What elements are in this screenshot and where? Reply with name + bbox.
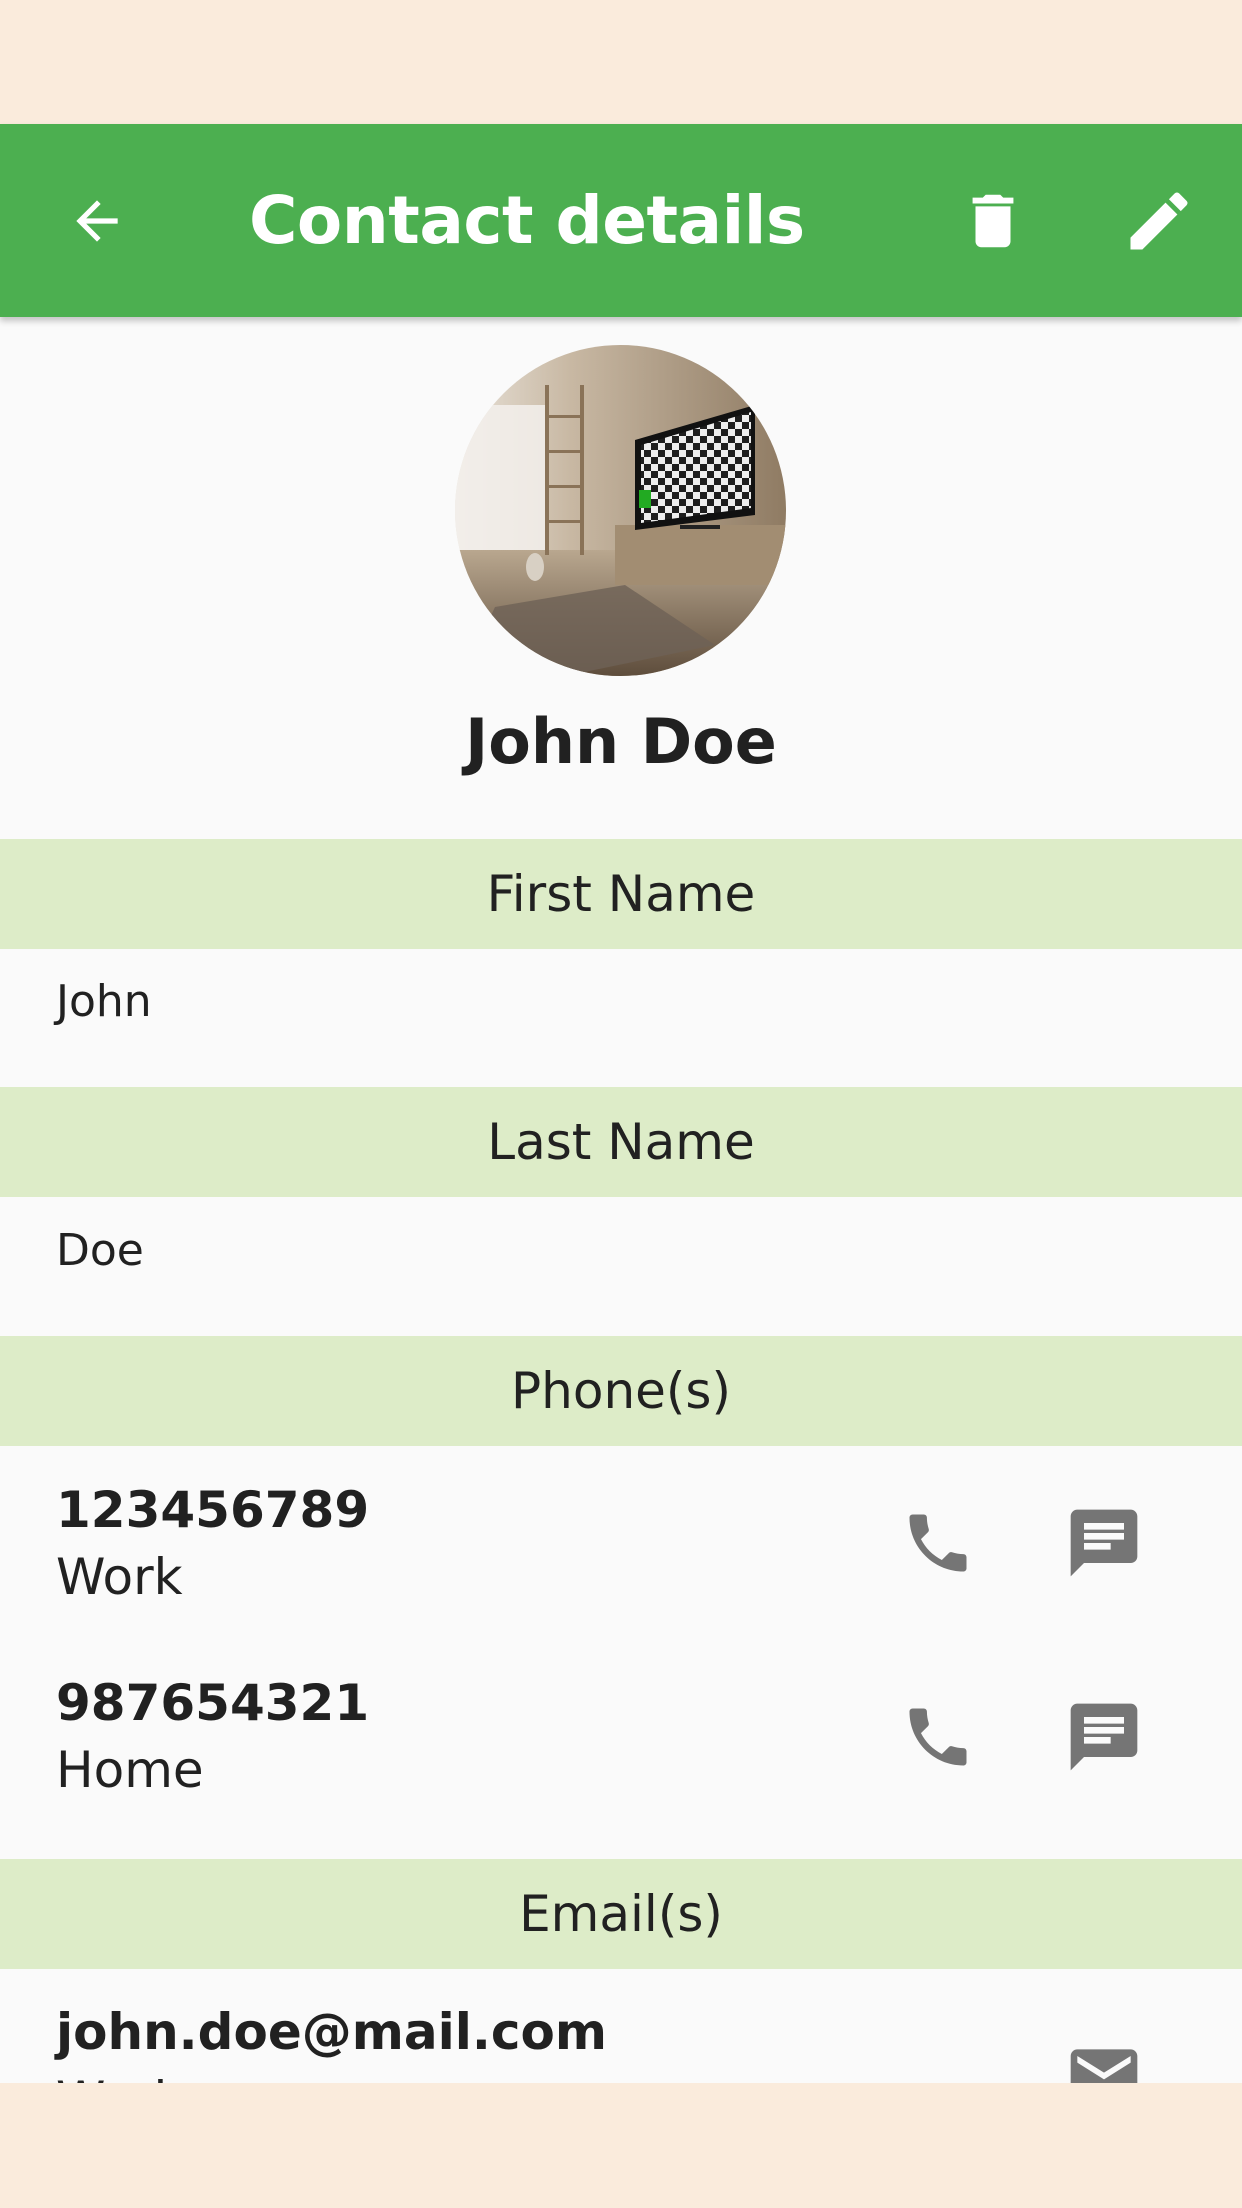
message-button[interactable] bbox=[1064, 1503, 1144, 1583]
phone-icon bbox=[909, 1708, 967, 1766]
contact-detail-content: John Doe First Name John Last Name Doe P… bbox=[0, 317, 1242, 2083]
app-bar: Contact details bbox=[0, 124, 1242, 317]
send-email-button[interactable] bbox=[1064, 2036, 1144, 2083]
last-name-value: Doe bbox=[56, 1225, 144, 1276]
phone-number[interactable]: 987654321 bbox=[56, 1674, 369, 1732]
contact-avatar bbox=[455, 345, 786, 676]
delete-button[interactable] bbox=[933, 124, 1053, 317]
phones-header: Phone(s) bbox=[0, 1336, 1242, 1446]
page-title: Contact details bbox=[249, 182, 805, 259]
back-button[interactable] bbox=[37, 124, 157, 317]
edit-button[interactable] bbox=[1099, 124, 1219, 317]
first-name-header: First Name bbox=[0, 839, 1242, 949]
call-button[interactable] bbox=[898, 1697, 978, 1777]
last-name-header: Last Name bbox=[0, 1087, 1242, 1197]
email-address[interactable]: john.doe@mail.com bbox=[56, 2003, 607, 2061]
first-name-value: John bbox=[56, 976, 152, 1027]
trash-icon bbox=[972, 194, 1014, 247]
arrow-back-icon bbox=[76, 199, 118, 242]
mail-icon bbox=[1070, 2049, 1138, 2083]
phone-label: Home bbox=[56, 1741, 204, 1799]
emails-header: Email(s) bbox=[0, 1859, 1242, 1969]
pencil-icon bbox=[1130, 191, 1188, 249]
call-button[interactable] bbox=[898, 1503, 978, 1583]
phone-icon bbox=[909, 1514, 967, 1572]
contact-full-name: John Doe bbox=[465, 705, 777, 778]
message-icon bbox=[1070, 1509, 1138, 1577]
message-button[interactable] bbox=[1064, 1697, 1144, 1777]
bottom-area bbox=[0, 2083, 1242, 2208]
message-icon bbox=[1070, 1703, 1138, 1771]
status-area bbox=[0, 0, 1242, 124]
email-label: Work bbox=[56, 2071, 183, 2083]
phone-number[interactable]: 123456789 bbox=[56, 1481, 369, 1539]
phone-label: Work bbox=[56, 1548, 183, 1606]
